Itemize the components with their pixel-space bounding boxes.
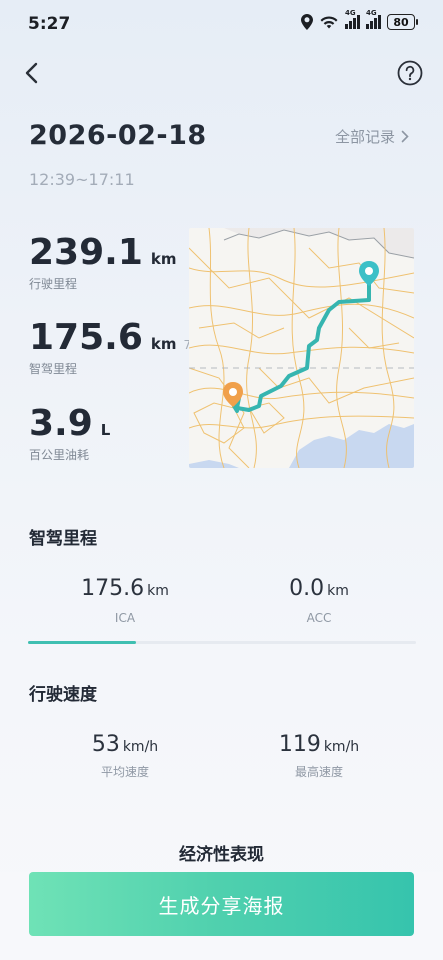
avg-speed-stat: 53 km/h 平均速度 [28, 732, 222, 780]
speed-section-title: 行驶速度 [29, 685, 97, 705]
header [0, 52, 443, 96]
smart-distance-unit: km [150, 335, 177, 353]
tab-ica-unit: km [147, 583, 169, 599]
status-bar: 5:27 4G 4G 80 [0, 0, 443, 48]
distance-unit: km [150, 250, 177, 268]
generate-share-poster-button[interactable]: 生成分享海报 [29, 872, 414, 936]
fuel-stat: 3.9 L 百公里油耗 [29, 403, 110, 463]
tab-indicator [28, 641, 136, 644]
smart-distance-stat: 175.6 km 73% 智驾里程 [29, 317, 210, 377]
smart-tabs: 175.6 km ICA 0.0 km ACC [28, 572, 416, 644]
max-speed-stat: 119 km/h 最高速度 [222, 732, 416, 780]
tab-ica[interactable]: 175.6 km ICA [28, 572, 222, 644]
distance-stat: 239.1 km 行驶里程 [29, 232, 176, 292]
avg-speed-unit: km/h [122, 739, 159, 755]
battery-icon: 80 [387, 14, 418, 30]
tab-acc-value: 0.0 [289, 576, 325, 601]
wifi-icon [320, 15, 338, 28]
status-icons: 4G 4G 80 [301, 9, 418, 30]
fuel-value: 3.9 [29, 403, 93, 444]
tab-ica-label: ICA [114, 611, 136, 625]
route-map[interactable] [189, 228, 414, 468]
network-type-2: 4G [366, 9, 377, 17]
fuel-unit: L [100, 421, 111, 439]
trip-time-range: 12:39~17:11 [29, 170, 135, 189]
network-type-1: 4G [345, 9, 356, 17]
location-icon [301, 14, 313, 30]
max-speed-label: 最高速度 [294, 765, 343, 779]
fuel-label: 百公里油耗 [29, 448, 90, 462]
avg-speed-value: 53 [91, 732, 120, 757]
distance-value: 239.1 [29, 232, 143, 273]
back-icon[interactable] [18, 58, 48, 88]
tab-ica-value: 175.6 [81, 576, 145, 601]
distance-label: 行驶里程 [29, 277, 78, 291]
smart-distance-label: 智驾里程 [29, 362, 78, 376]
max-speed-value: 119 [278, 732, 321, 757]
signal-icon-2: 4G [366, 9, 381, 29]
tab-acc-label: ACC [306, 611, 332, 625]
avg-speed-label: 平均速度 [100, 765, 149, 779]
max-speed-unit: km/h [323, 739, 360, 755]
trip-date: 2026-02-18 [29, 120, 207, 151]
economy-section-title: 经济性表现 [179, 845, 264, 865]
help-icon[interactable] [397, 60, 423, 86]
chevron-right-icon [401, 130, 409, 143]
tab-acc-unit: km [327, 583, 349, 599]
all-records-label: 全部记录 [334, 128, 395, 146]
signal-icon: 4G [345, 9, 360, 29]
all-records-link[interactable]: 全部记录 [335, 126, 409, 147]
smart-distance-value: 175.6 [29, 317, 143, 358]
tab-acc[interactable]: 0.0 km ACC [222, 572, 416, 644]
smart-section-title: 智驾里程 [29, 529, 97, 549]
status-time: 5:27 [28, 14, 71, 34]
